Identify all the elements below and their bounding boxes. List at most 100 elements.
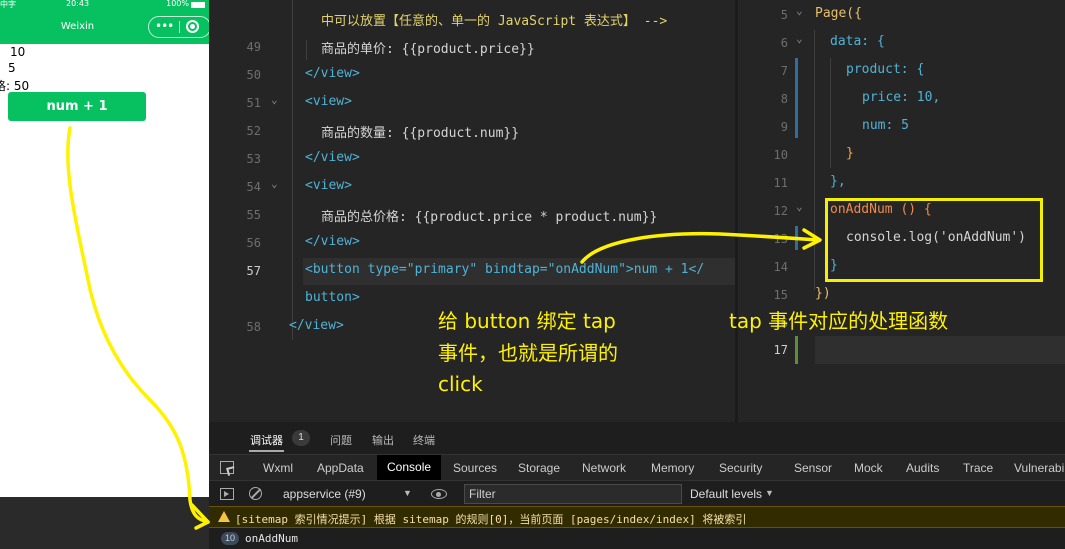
line-number: 57 bbox=[246, 264, 261, 278]
line-number: 49 bbox=[246, 40, 261, 54]
num-text: 5 bbox=[8, 61, 16, 75]
line-number: 56 bbox=[246, 236, 261, 250]
code-line-button-wrap: button> bbox=[305, 290, 360, 305]
warning-icon bbox=[218, 511, 230, 522]
repeat-count-badge: 10 bbox=[221, 532, 239, 545]
chevron-down-icon[interactable]: ▼ bbox=[403, 488, 412, 498]
warning-message: [sitemap 索引情况提示] 根据 sitemap 的规则[0]，当前页面 … bbox=[235, 513, 747, 526]
line-number: 5 bbox=[780, 8, 788, 22]
added-line-marker bbox=[795, 336, 798, 364]
code-page-call: Page({ bbox=[815, 6, 862, 21]
console-filter-input[interactable] bbox=[464, 484, 682, 504]
change-marker bbox=[795, 58, 798, 138]
change-marker bbox=[795, 226, 798, 250]
line-number: 8 bbox=[780, 92, 788, 106]
show-sidebar-icon[interactable] bbox=[220, 488, 234, 500]
nav-title: Weixin bbox=[60, 21, 95, 32]
simulator-bottom-area bbox=[0, 497, 209, 549]
line-number: 52 bbox=[246, 124, 261, 138]
handler-highlight-box bbox=[825, 198, 1043, 282]
tab-vulnerability[interactable]: Vulnerabi bbox=[1014, 461, 1064, 475]
tab-console[interactable]: Console bbox=[377, 455, 442, 480]
code-page-close: }) bbox=[815, 286, 831, 301]
code-line-num: 商品的数量: {{product.num}} bbox=[321, 126, 520, 141]
tab-sensor[interactable]: Sensor bbox=[794, 461, 832, 475]
annotation-text: 给 button 绑定 tap bbox=[438, 309, 616, 333]
capsule-divider bbox=[179, 21, 180, 33]
code-num-field: num: 5 bbox=[862, 118, 909, 133]
status-time: 20:43 bbox=[66, 0, 90, 8]
code-price-field: price: 10, bbox=[862, 90, 941, 105]
fold-chevron-icon[interactable]: ⌄ bbox=[796, 32, 803, 45]
line-number: 12 bbox=[773, 204, 788, 218]
live-expression-eye-icon[interactable] bbox=[431, 489, 447, 499]
tab-memory[interactable]: Memory bbox=[651, 461, 694, 475]
code-line-open-view: <view> bbox=[305, 178, 352, 193]
debugger-count-badge: 1 bbox=[292, 430, 310, 446]
fold-chevron-icon[interactable]: ⌄ bbox=[271, 177, 278, 190]
console-warning-row[interactable]: [sitemap 索引情况提示] 根据 sitemap 的规则[0]，当前页面 … bbox=[209, 506, 1065, 528]
menu-capsule[interactable]: ••• bbox=[148, 16, 209, 38]
line-number: 15 bbox=[773, 288, 788, 302]
price-text: 10 bbox=[10, 45, 26, 59]
annotation-text: click bbox=[438, 372, 483, 396]
line-number: 50 bbox=[246, 68, 261, 82]
log-levels-dropdown[interactable]: Default levels bbox=[690, 487, 762, 501]
status-bar: 中字 20:43 100% bbox=[0, 0, 209, 10]
tab-sources[interactable]: Sources bbox=[453, 461, 497, 475]
log-message: onAddNum bbox=[245, 532, 298, 545]
line-number: 51 bbox=[246, 96, 261, 110]
active-tab-underline bbox=[249, 450, 284, 452]
line-number: 58 bbox=[246, 320, 261, 334]
tab-audits[interactable]: Audits bbox=[906, 461, 939, 475]
line-number: 9 bbox=[780, 120, 788, 134]
code-line-button: <button type="primary" bindtap="onAddNum… bbox=[305, 262, 705, 277]
tab-terminal[interactable]: 终端 bbox=[413, 432, 435, 448]
clear-console-icon[interactable] bbox=[249, 487, 262, 500]
tab-output[interactable]: 输出 bbox=[372, 432, 394, 448]
chevron-down-icon[interactable]: ▼ bbox=[765, 488, 774, 498]
code-line-total: 商品的总价格: {{product.price * product.num}} bbox=[321, 210, 658, 225]
navigation-bar: Weixin ••• bbox=[0, 10, 209, 44]
tab-wxml[interactable]: Wxml bbox=[263, 461, 293, 475]
code-line-close-view: </view> bbox=[305, 66, 360, 81]
code-product-key: product: { bbox=[846, 62, 925, 77]
line-number: 14 bbox=[773, 260, 788, 274]
capsule-close-icon[interactable] bbox=[186, 20, 199, 33]
fold-chevron-icon[interactable]: ⌄ bbox=[796, 4, 803, 17]
line-number: 6 bbox=[780, 36, 788, 50]
num-plus-one-button[interactable]: num + 1 bbox=[8, 92, 146, 121]
status-carrier: 中字 bbox=[0, 0, 16, 9]
code-data-key: data: { bbox=[830, 34, 885, 49]
battery-icon bbox=[191, 2, 205, 8]
tab-network[interactable]: Network bbox=[582, 461, 626, 475]
tab-issues[interactable]: 问题 bbox=[330, 432, 352, 448]
line-number: 10 bbox=[773, 148, 788, 162]
console-log-row[interactable]: 10 onAddNum bbox=[209, 528, 1065, 549]
line-number: 7 bbox=[780, 64, 788, 78]
annotation-text: 事件，也就是所谓的 bbox=[438, 341, 618, 365]
tab-appdata[interactable]: AppData bbox=[317, 461, 364, 475]
context-select[interactable]: appservice (#9) bbox=[283, 487, 366, 501]
annotation-text: tap 事件对应的处理函数 bbox=[729, 309, 949, 333]
status-battery-text: 100% bbox=[166, 0, 189, 8]
tab-storage[interactable]: Storage bbox=[518, 461, 560, 475]
inspect-element-icon[interactable] bbox=[220, 461, 234, 474]
tab-trace[interactable]: Trace bbox=[963, 461, 993, 475]
code-line-close-view: </view> bbox=[305, 234, 360, 249]
code-close-brace: } bbox=[846, 146, 854, 161]
fold-chevron-icon[interactable]: ⌄ bbox=[271, 93, 278, 106]
code-line-comment: 中可以放置【任意的、单一的 JavaScript 表达式】 --> bbox=[321, 14, 668, 29]
tab-security[interactable]: Security bbox=[719, 461, 762, 475]
devtools-panel: 调试器 1 问题 输出 终端 Wxml AppData Console Sour… bbox=[209, 422, 1065, 549]
console-toolbar: appservice (#9) ▼ Default levels ▼ bbox=[209, 480, 1065, 506]
fold-chevron-icon[interactable]: ⌄ bbox=[796, 200, 803, 213]
devtools-top-tabs: 调试器 1 问题 输出 终端 bbox=[209, 422, 1065, 454]
line-number: 13 bbox=[773, 232, 788, 246]
devtools-panel-tabs: Wxml AppData Console Sources Storage Net… bbox=[209, 454, 1065, 480]
line-number: 54 bbox=[246, 180, 261, 194]
code-line-open-view: <view> bbox=[305, 94, 352, 109]
tab-debugger[interactable]: 调试器 bbox=[250, 432, 283, 448]
tab-mock[interactable]: Mock bbox=[854, 461, 883, 475]
more-dots-icon[interactable]: ••• bbox=[155, 19, 174, 33]
